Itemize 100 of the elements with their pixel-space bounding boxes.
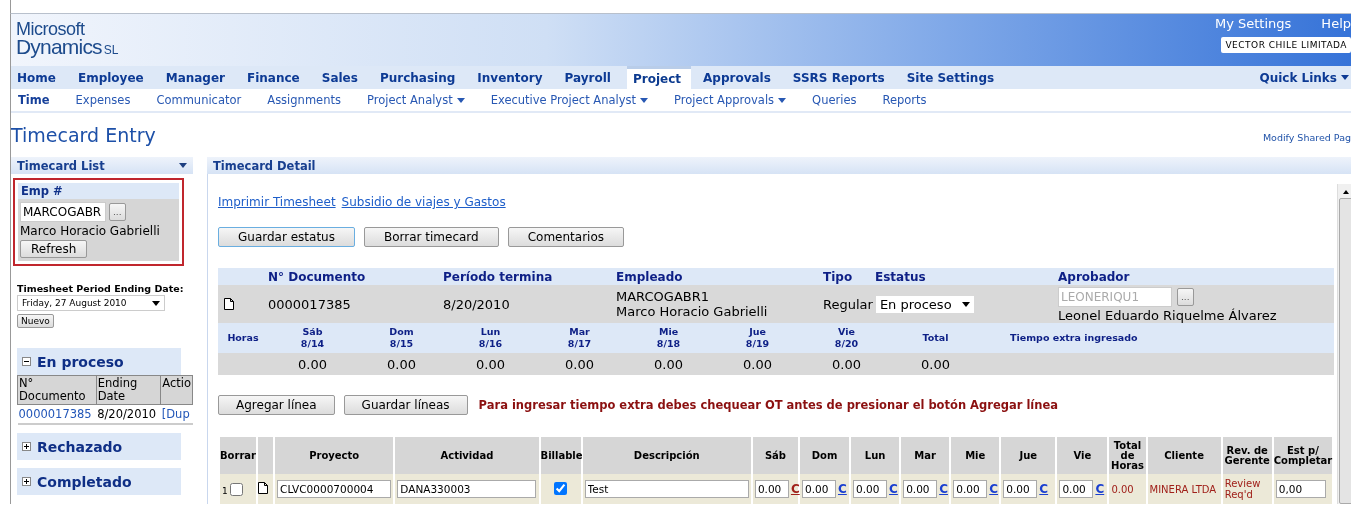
- hours-field[interactable]: 0.00: [802, 480, 836, 498]
- comment-link[interactable]: C: [989, 482, 999, 496]
- column-header: Vie: [1057, 437, 1108, 474]
- column-header: Total: [921, 332, 950, 344]
- column-header: Lun: [851, 437, 900, 474]
- nav-tab[interactable]: Project: [626, 66, 692, 89]
- column-header: Tipo: [823, 269, 854, 284]
- nav-tab[interactable]: Finance: [241, 66, 310, 89]
- delete-checkbox[interactable]: [229, 482, 243, 496]
- action-button[interactable]: Guardar estatus: [218, 227, 355, 247]
- document-icon[interactable]: [224, 298, 234, 310]
- employee-field[interactable]: MARCOGABR: [20, 202, 106, 222]
- action-button[interactable]: Agregar línea: [218, 395, 335, 415]
- caret-icon: [456, 97, 465, 103]
- comment-link[interactable]: C: [1095, 482, 1105, 496]
- caret-icon: [640, 97, 649, 103]
- subnav-link[interactable]: Executive Project Analyst: [483, 93, 656, 107]
- company-field[interactable]: VECTOR CHILE LIMITADA: [1221, 37, 1351, 53]
- header-link[interactable]: Help: [1321, 16, 1351, 31]
- subnav-link[interactable]: Reports: [875, 93, 934, 107]
- row-label: Horas: [226, 332, 260, 344]
- row-number: 1: [222, 485, 228, 496]
- section-header[interactable]: Completado: [17, 468, 181, 495]
- text-link[interactable]: Imprimir Timesheet: [218, 195, 336, 209]
- day-header: Lun 8/16: [477, 326, 504, 350]
- section-header[interactable]: Rechazado: [17, 433, 181, 460]
- estimate-field[interactable]: 0,00: [1275, 480, 1326, 498]
- warning-message: Para ingresar tiempo extra debes chequear OT antes de presionar el botón Agregar línea: [478, 398, 1058, 412]
- nav-tab[interactable]: Payroll: [558, 66, 621, 89]
- page-title: Timecard Entry: [11, 124, 156, 146]
- subnav-link[interactable]: Expenses: [68, 93, 138, 107]
- type-value: Regular: [823, 296, 873, 312]
- plus-box-icon[interactable]: [22, 442, 31, 451]
- action-button[interactable]: Borrar timecard: [363, 227, 499, 247]
- product-logo: Microsoft DynamicsSL: [15, 18, 119, 60]
- column-header: Est p/ Completar: [1273, 437, 1332, 474]
- day-header: Mie 8/18: [655, 326, 682, 350]
- modify-page-link[interactable]: Modify Shared Pag: [1262, 131, 1351, 143]
- nav-tab[interactable]: SSRS Reports: [786, 66, 895, 89]
- action-button[interactable]: Comentarios: [507, 227, 625, 247]
- hours-field[interactable]: 0.00: [754, 480, 789, 498]
- document-number: 0000017385: [268, 296, 352, 312]
- nav-tab[interactable]: Purchasing: [373, 66, 466, 89]
- billable-checkbox[interactable]: [554, 481, 568, 495]
- hours-value: 0.00: [742, 356, 773, 372]
- hours-field[interactable]: 0.00: [953, 480, 988, 498]
- project-field[interactable]: CLVC0000700004: [277, 480, 392, 498]
- subnav-link[interactable]: Communicator: [149, 93, 249, 107]
- hours-value: 0.00: [564, 356, 595, 372]
- hours-field[interactable]: 0.00: [1059, 480, 1094, 498]
- comment-link[interactable]: C: [838, 482, 847, 496]
- status-dropdown[interactable]: En proceso: [875, 295, 974, 313]
- caret-icon: [1341, 75, 1349, 80]
- new-button[interactable]: Nuevo: [17, 314, 54, 328]
- nav-tab[interactable]: Home: [11, 66, 66, 89]
- period-dropdown[interactable]: Friday, 27 August 2010: [17, 295, 165, 311]
- document-icon[interactable]: [258, 482, 269, 494]
- nav-tab[interactable]: Inventory: [471, 66, 553, 89]
- caret-icon: [179, 163, 187, 168]
- hours-field[interactable]: 0.00: [903, 480, 938, 498]
- text-link[interactable]: Subsidio de viajes y Gastos: [341, 195, 506, 209]
- refresh-button[interactable]: Refresh: [20, 240, 88, 258]
- comment-link[interactable]: C: [1039, 482, 1049, 496]
- approver-name: Leonel Eduardo Riquelme Álvarez: [1058, 308, 1278, 323]
- nav-tab[interactable]: Manager: [159, 66, 235, 89]
- section-header[interactable]: En proceso: [17, 348, 181, 375]
- subnav-link[interactable]: Queries: [805, 93, 864, 107]
- subnav-link[interactable]: Assignments: [260, 93, 348, 107]
- subnav-link[interactable]: Time: [11, 93, 57, 107]
- nav-tab[interactable]: Employee: [71, 66, 154, 89]
- table-link[interactable]: 0000017385: [17, 404, 97, 424]
- column-header: Mie: [951, 437, 1000, 474]
- hours-field[interactable]: 0.00: [1003, 480, 1038, 498]
- activity-field[interactable]: DANA330003: [397, 480, 537, 498]
- nav-tab[interactable]: Site Settings: [900, 66, 1005, 89]
- column-header: Estatus: [875, 269, 927, 284]
- lookup-button[interactable]: ...: [1177, 288, 1194, 306]
- column-header: Borrar: [220, 437, 257, 474]
- column-header: Tiempo extra ingresado: [1009, 332, 1139, 344]
- header-link[interactable]: My Settings: [1215, 16, 1292, 31]
- day-header: Sáb 8/14: [299, 326, 326, 350]
- minus-box-icon[interactable]: [22, 357, 31, 366]
- nav-tab[interactable]: Sales: [315, 66, 368, 89]
- quick-links-menu[interactable]: Quick Links: [1259, 66, 1351, 89]
- subnav-link[interactable]: Project Analyst: [359, 93, 472, 107]
- comment-link[interactable]: C: [939, 482, 948, 496]
- description-field[interactable]: Test: [584, 480, 749, 498]
- scrollbar[interactable]: [1337, 184, 1351, 504]
- subnav-link[interactable]: Project Approvals: [667, 93, 794, 107]
- action-button[interactable]: Guardar líneas: [343, 395, 468, 415]
- hours-value: 0.00: [297, 356, 328, 372]
- hours-field[interactable]: 0.00: [853, 480, 888, 498]
- comment-link[interactable]: C: [889, 482, 898, 496]
- panel-title: Timecard List: [17, 158, 105, 173]
- table-link[interactable]: [Dup: [160, 404, 193, 424]
- comment-link[interactable]: C: [790, 482, 800, 496]
- plus-box-icon[interactable]: [22, 477, 31, 486]
- lookup-button[interactable]: ...: [109, 203, 126, 221]
- panel-title: Timecard Detail: [213, 158, 316, 173]
- nav-tab[interactable]: Approvals: [697, 66, 781, 89]
